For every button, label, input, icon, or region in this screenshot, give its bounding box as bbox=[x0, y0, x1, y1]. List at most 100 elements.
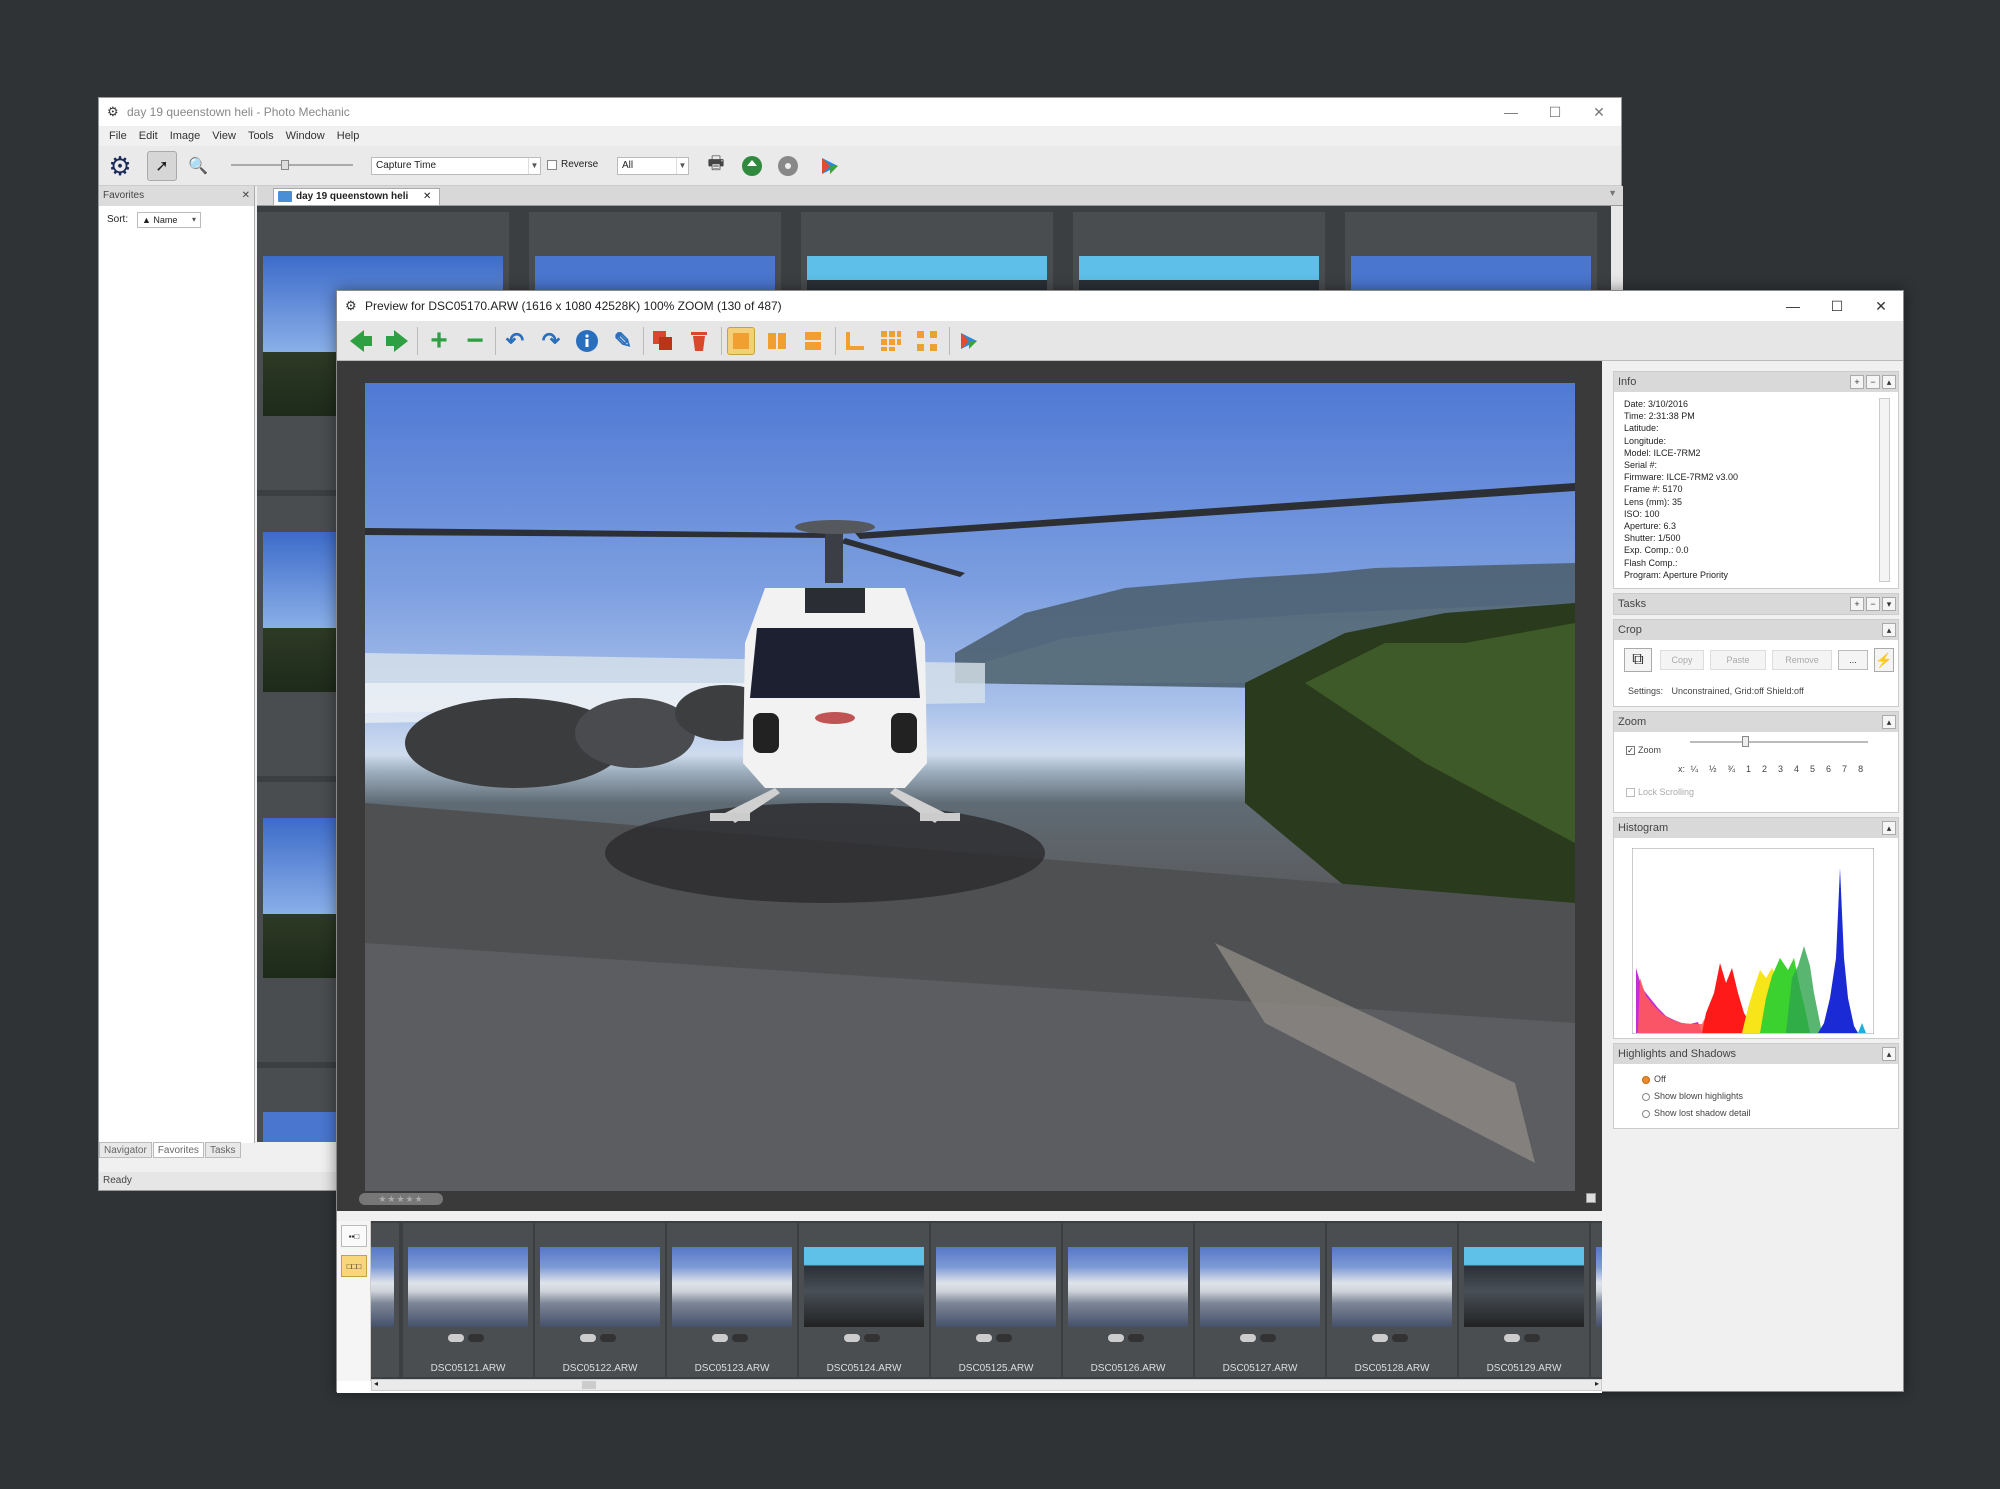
crop-more-button[interactable]: ... bbox=[1838, 650, 1868, 670]
menu-file[interactable]: File bbox=[109, 130, 127, 142]
crop-remove-button[interactable]: Remove bbox=[1772, 650, 1832, 670]
contact-cell[interactable] bbox=[529, 212, 781, 302]
lightning-icon[interactable]: ⚡ bbox=[1874, 648, 1894, 672]
plus-icon[interactable]: + bbox=[1850, 597, 1864, 611]
menu-help[interactable]: Help bbox=[337, 130, 360, 142]
menu-image[interactable]: Image bbox=[170, 130, 201, 142]
tab-favorites[interactable]: Favorites bbox=[152, 1142, 204, 1158]
filmstrip-cell[interactable]: DSC05121.ARW bbox=[403, 1223, 533, 1377]
filmstrip-cell[interactable]: DSC05126.ARW bbox=[1063, 1223, 1193, 1377]
close-icon[interactable]: ✕ bbox=[1577, 98, 1621, 126]
highlights-option-shadow[interactable]: Show lost shadow detail bbox=[1642, 1108, 1751, 1118]
filmstrip-thumbnail[interactable] bbox=[1068, 1247, 1188, 1327]
filmstrip-cell[interactable]: DSC05128.ARW bbox=[1327, 1223, 1457, 1377]
filmstrip-mode-multi-icon[interactable]: □□□ bbox=[341, 1255, 367, 1277]
preview-photo[interactable] bbox=[365, 383, 1575, 1191]
grid-compact-icon[interactable] bbox=[877, 327, 905, 355]
rotate-right-icon[interactable]: ↷ bbox=[537, 327, 565, 355]
crop-corner-icon[interactable] bbox=[841, 327, 869, 355]
sort-by-combo[interactable]: Capture Time ▼ bbox=[371, 157, 541, 175]
filmstrip-thumbnail[interactable] bbox=[936, 1247, 1056, 1327]
side-by-side-icon[interactable] bbox=[763, 327, 791, 355]
photoshelter-icon[interactable] bbox=[815, 151, 845, 181]
collapse-icon[interactable]: ▴ bbox=[1882, 623, 1896, 637]
lock-scrolling-checkbox[interactable] bbox=[1626, 788, 1635, 797]
burn-disc-icon[interactable] bbox=[773, 151, 803, 181]
menu-window[interactable]: Window bbox=[286, 130, 325, 142]
rotate-left-icon[interactable]: ↶ bbox=[501, 327, 529, 355]
plus-icon[interactable]: + bbox=[1850, 375, 1864, 389]
edit-pen-icon[interactable]: ✎ bbox=[609, 327, 637, 355]
filmstrip-thumbnail[interactable] bbox=[804, 1247, 924, 1327]
scroll-left-icon[interactable]: ◂ bbox=[374, 1379, 378, 1388]
maximize-icon[interactable]: ☐ bbox=[1533, 98, 1577, 126]
tab-tasks[interactable]: Tasks bbox=[204, 1142, 241, 1158]
filmstrip-cell[interactable]: DSC05129.ARW bbox=[1459, 1223, 1589, 1377]
filmstrip-cell[interactable] bbox=[1591, 1223, 1602, 1377]
radio-off-icon[interactable] bbox=[1642, 1092, 1650, 1101]
filmstrip-thumbnail[interactable] bbox=[672, 1247, 792, 1327]
chevron-down-icon[interactable]: ▼ bbox=[1608, 188, 1617, 198]
crop-copy-button[interactable]: Copy bbox=[1660, 650, 1704, 670]
collapse-icon[interactable]: ▴ bbox=[1882, 375, 1896, 389]
filter-combo[interactable]: All ▼ bbox=[617, 157, 689, 175]
maximize-icon[interactable]: ☐ bbox=[1815, 291, 1859, 321]
radio-on-icon[interactable] bbox=[1642, 1075, 1650, 1084]
close-icon[interactable]: ✕ bbox=[1859, 291, 1903, 321]
zoom-checkbox[interactable]: ✓ bbox=[1626, 746, 1635, 755]
filmstrip-cell[interactable] bbox=[371, 1223, 399, 1377]
photoshelter-icon[interactable] bbox=[955, 327, 983, 355]
minus-icon[interactable]: − bbox=[1866, 375, 1880, 389]
minimize-icon[interactable]: — bbox=[1771, 291, 1815, 321]
filmstrip-thumbnail[interactable] bbox=[1596, 1247, 1602, 1327]
copy-red-icon[interactable] bbox=[649, 327, 677, 355]
web-upload-icon[interactable] bbox=[737, 151, 767, 181]
highlights-option-off[interactable]: Off bbox=[1642, 1074, 1666, 1084]
trash-icon[interactable] bbox=[685, 327, 713, 355]
filmstrip-cell[interactable]: DSC05123.ARW bbox=[667, 1223, 797, 1377]
filmstrip-cell[interactable]: DSC05127.ARW bbox=[1195, 1223, 1325, 1377]
zoom-slider[interactable] bbox=[1690, 736, 1868, 747]
zoom-in-icon[interactable]: + bbox=[425, 326, 453, 356]
filmstrip-thumbnail[interactable] bbox=[540, 1247, 660, 1327]
zoom-slider-thumb[interactable] bbox=[1742, 736, 1749, 747]
crop-paste-button[interactable]: Paste bbox=[1710, 650, 1766, 670]
menu-edit[interactable]: Edit bbox=[139, 130, 158, 142]
radio-off-icon[interactable] bbox=[1642, 1109, 1650, 1118]
filmstrip-thumbnail[interactable] bbox=[1332, 1247, 1452, 1327]
filmstrip-mode-single-icon[interactable]: ▪▪□ bbox=[341, 1225, 367, 1247]
collapse-icon[interactable]: ▴ bbox=[1882, 1047, 1896, 1061]
info-scrollbar[interactable] bbox=[1879, 398, 1890, 582]
collapse-icon[interactable]: ▴ bbox=[1882, 821, 1896, 835]
tab-navigator[interactable]: Navigator bbox=[99, 1142, 152, 1158]
favorites-sort-combo[interactable]: ▲ Name ▾ bbox=[137, 212, 201, 228]
print-icon[interactable]: 🖶 bbox=[701, 151, 731, 181]
menu-tools[interactable]: Tools bbox=[248, 130, 274, 142]
contact-cell[interactable] bbox=[1345, 212, 1597, 302]
close-icon[interactable]: ✕ bbox=[423, 191, 431, 202]
expand-icon[interactable]: ▾ bbox=[1882, 597, 1896, 611]
stacked-view-icon[interactable] bbox=[799, 327, 827, 355]
next-arrow-icon[interactable] bbox=[383, 327, 411, 355]
filmstrip-thumbnail[interactable] bbox=[1200, 1247, 1320, 1327]
magnifier-tool-icon[interactable]: 🔍 bbox=[183, 151, 213, 181]
filmstrip-cell[interactable]: DSC05125.ARW bbox=[931, 1223, 1061, 1377]
filmstrip-scrollbar[interactable]: ◂ ▸ bbox=[371, 1379, 1602, 1391]
rating-stars[interactable]: ★★★★★ bbox=[359, 1193, 443, 1205]
collapse-icon[interactable]: ▴ bbox=[1882, 715, 1896, 729]
thumbnail-size-slider[interactable] bbox=[231, 160, 353, 170]
crop-tool-icon[interactable]: ⧉ bbox=[1624, 648, 1652, 672]
contact-cell[interactable] bbox=[801, 212, 1053, 302]
single-view-icon[interactable] bbox=[727, 327, 755, 355]
filmstrip-thumbnail[interactable] bbox=[1464, 1247, 1584, 1327]
scroll-right-icon[interactable]: ▸ bbox=[1595, 1379, 1599, 1388]
highlights-option-blown[interactable]: Show blown highlights bbox=[1642, 1091, 1743, 1101]
pointer-tool-icon[interactable]: ➚ bbox=[147, 151, 177, 181]
close-icon[interactable]: ✕ bbox=[242, 186, 250, 206]
menu-view[interactable]: View bbox=[212, 130, 236, 142]
filmstrip-cell[interactable]: DSC05122.ARW bbox=[535, 1223, 665, 1377]
settings-gear-icon[interactable]: ⚙ bbox=[105, 151, 135, 181]
minimize-icon[interactable]: — bbox=[1489, 98, 1533, 126]
info-icon[interactable] bbox=[573, 327, 601, 355]
color-class-box[interactable] bbox=[1586, 1193, 1596, 1203]
